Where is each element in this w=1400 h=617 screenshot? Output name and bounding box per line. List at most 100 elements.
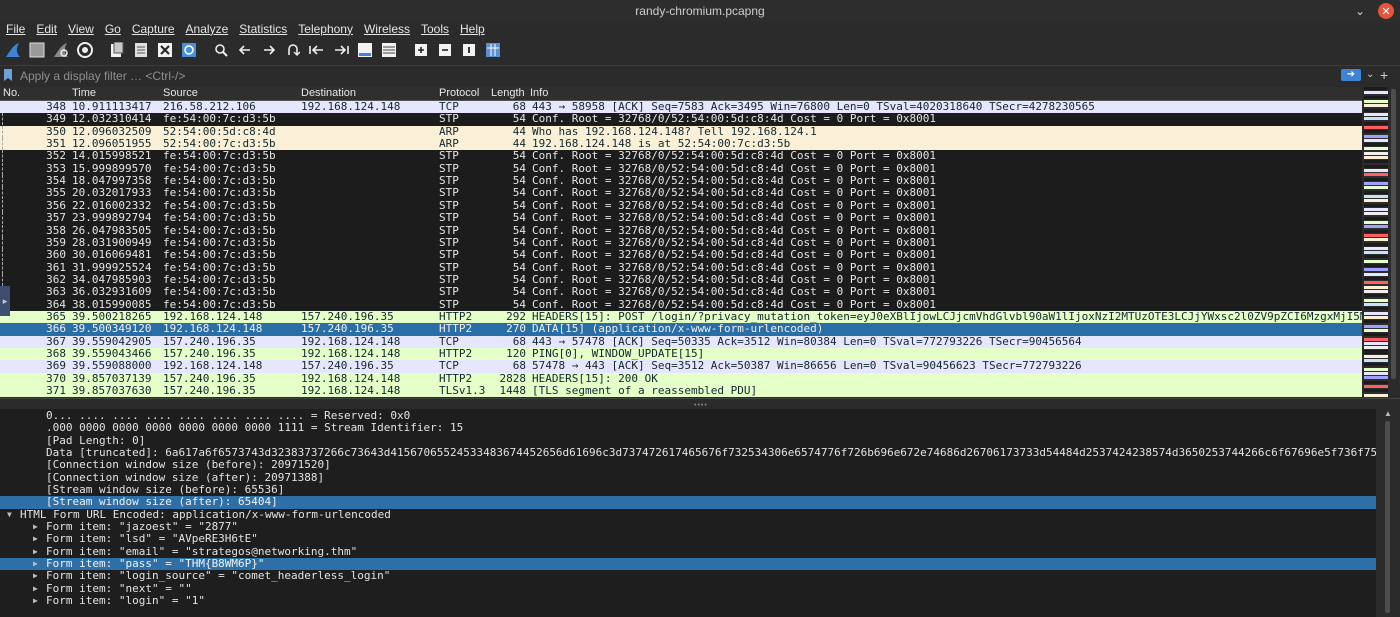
packet-minimap[interactable] (1364, 87, 1388, 398)
menu-view[interactable]: View (62, 22, 99, 36)
packet-row[interactable]: 359 28.031900949 fe:54:00:7c:d3:5b STP 54 Con… (0, 236, 1362, 250)
detail-field[interactable]: [Connection window size (before): 209715… (0, 459, 1376, 471)
packet-row[interactable]: 349 12.032310414 fe:54:00:7c:d3:5b STP 54 Con… (0, 113, 1362, 126)
save-file-icon[interactable] (130, 40, 152, 60)
expand-arrow-icon[interactable]: ▶ (33, 595, 38, 607)
packet-row[interactable]: 350 12.096032509 52:54:00:5d:c8:4d ARP 44 Who… (0, 125, 1362, 139)
go-first-packet-icon[interactable] (306, 40, 328, 60)
reload-file-icon[interactable] (178, 40, 200, 60)
menu-statistics[interactable]: Statistics (233, 22, 292, 36)
packet-row[interactable]: 360 30.016069481 fe:54:00:7c:d3:5b STP 54 Con… (0, 249, 1362, 262)
menu-analyze[interactable]: Analyze (180, 22, 234, 36)
detail-tree-item[interactable]: ▶ Form item: "lsd" = "AVpeRE3H6tE" (0, 533, 1376, 545)
packet-row[interactable]: 364 38.015990085 fe:54:00:7c:d3:5b STP 54 Con… (0, 298, 1362, 311)
packet-row[interactable]: 353 15.999899570 fe:54:00:7c:d3:5b STP 54 Con… (0, 162, 1362, 176)
minimap-strip (1364, 372, 1388, 376)
detail-field[interactable]: .000 0000 0000 0000 0000 0000 0000 1111 … (0, 422, 1376, 434)
packet-row[interactable]: 363 36.032931609 fe:54:00:7c:d3:5b STP 54 Con… (0, 286, 1362, 299)
expand-arrow-icon[interactable]: ▶ (33, 583, 38, 595)
packet-info: Conf. Root = 32768/0/52:54:00:5d:c8:4d C… (532, 187, 936, 200)
column-source[interactable]: Source (163, 87, 198, 100)
column-info[interactable]: Info (530, 87, 548, 100)
detail-field[interactable]: [Stream window size (after): 65404] (0, 496, 1376, 509)
packet-row[interactable]: 348 10.911113417 216.58.212.106 192.168.124… (0, 101, 1362, 114)
shark-fin-start-icon[interactable] (2, 40, 24, 60)
packet-row[interactable]: 355 20.032017933 fe:54:00:7c:d3:5b STP 54 Con… (0, 187, 1362, 200)
minimap-strip (1364, 389, 1388, 393)
packet-row[interactable]: 351 12.096051955 52:54:00:7c:d3:5b ARP 44 192… (0, 138, 1362, 151)
scrollbar-thumb[interactable] (1391, 89, 1396, 379)
resize-columns-icon[interactable] (482, 40, 504, 60)
menu-wireless[interactable]: Wireless (358, 22, 415, 36)
packet-row[interactable]: 362 34.047985903 fe:54:00:7c:d3:5b STP 54 Con… (0, 273, 1362, 287)
find-packet-icon[interactable] (210, 40, 232, 60)
go-back-icon[interactable] (234, 40, 256, 60)
menu-edit[interactable]: Edit (30, 22, 62, 36)
expand-arrow-icon[interactable]: ▶ (33, 570, 38, 582)
packet-row[interactable]: 357 23.999892794 fe:54:00:7c:d3:5b STP 54 Con… (0, 212, 1362, 225)
packet-row[interactable]: 367 39.559042905 157.240.196.35 192.168.124… (0, 335, 1362, 348)
minimap-strip (1364, 194, 1388, 198)
side-handle-icon[interactable]: ▸ (0, 286, 10, 316)
expand-arrow-icon[interactable]: ▶ (33, 533, 38, 545)
colorize-icon[interactable] (378, 40, 400, 60)
filter-dropdown-icon[interactable]: ⌄ (1366, 69, 1374, 80)
filter-bookmark-icon[interactable] (4, 69, 12, 81)
column-destination[interactable]: Destination (301, 87, 356, 100)
auto-scroll-icon[interactable] (354, 40, 376, 60)
packet-row[interactable]: 370 39.857037139 157.240.196.35 192.168.124… (0, 372, 1362, 386)
expand-arrow-icon[interactable]: ▶ (33, 558, 38, 570)
scrollbar-thumb[interactable] (1385, 421, 1390, 613)
packet-row[interactable]: 368 39.559043466 157.240.196.35 192.168.124… (0, 348, 1362, 361)
menu-file[interactable]: File (0, 22, 30, 36)
restart-capture-icon[interactable] (50, 40, 72, 60)
packet-row[interactable]: 365 39.500218265 192.168.124.148 157.240.19… (0, 310, 1362, 324)
menu-tools[interactable]: Tools (415, 22, 454, 36)
column-length[interactable]: Length (491, 87, 525, 100)
open-file-icon[interactable] (106, 40, 128, 60)
go-to-packet-icon[interactable] (282, 40, 304, 60)
minimize-icon[interactable]: ⌄ (1352, 3, 1368, 19)
zoom-out-icon[interactable] (434, 40, 456, 60)
capture-options-icon[interactable] (74, 40, 96, 60)
detail-tree-item[interactable]: ▶ Form item: "next" = "" (0, 582, 1376, 595)
details-scrollbar[interactable]: ▲ (1376, 409, 1400, 617)
normal-size-icon[interactable] (458, 40, 480, 60)
display-filter-input[interactable] (18, 67, 1340, 85)
packet-row[interactable]: 358 26.047983505 fe:54:00:7c:d3:5b STP 54 Con… (0, 224, 1362, 237)
pane-splitter[interactable]: •••• (0, 398, 1400, 409)
detail-tree-item[interactable]: ▶ Form item: "login" = "1" (0, 594, 1376, 607)
expand-arrow-icon[interactable]: ▶ (33, 546, 38, 558)
menu-telephony[interactable]: Telephony (292, 22, 358, 36)
packet-row[interactable]: 352 14.015998521 fe:54:00:7c:d3:5b STP 54 Con… (0, 150, 1362, 163)
packet-row[interactable]: 369 39.559088000 192.168.124.148 157.240.19… (0, 360, 1362, 373)
packet-length: 68 (512, 101, 526, 113)
stop-capture-icon[interactable] (26, 40, 48, 60)
minimap-strip (1364, 251, 1388, 255)
scroll-up-icon[interactable]: ▲ (1384, 409, 1392, 418)
menu-capture[interactable]: Capture (126, 22, 180, 36)
packet-row[interactable]: 354 18.047997358 fe:54:00:7c:d3:5b STP 54 Con… (0, 175, 1362, 188)
menu-go[interactable]: Go (99, 22, 126, 36)
minimap-strip (1364, 91, 1388, 95)
close-icon[interactable]: ✕ (1378, 3, 1394, 19)
packet-row[interactable]: 361 31.999925524 fe:54:00:7c:d3:5b STP 54 Con… (0, 261, 1362, 274)
go-last-packet-icon[interactable] (330, 40, 352, 60)
column-protocol[interactable]: Protocol (439, 87, 479, 100)
collapse-arrow-icon[interactable]: ▼ (7, 509, 12, 521)
packet-list-scrollbar[interactable] (1388, 87, 1400, 398)
column-no[interactable]: No. (3, 87, 20, 100)
add-filter-button-icon[interactable]: + (1380, 67, 1388, 83)
close-file-icon[interactable] (154, 40, 176, 60)
splitter-grip-icon[interactable]: •••• (694, 402, 708, 409)
detail-tree-item[interactable]: ▶ Form item: "login_source" = "comet_head… (0, 570, 1376, 582)
packet-row[interactable]: 356 22.016002332 fe:54:00:7c:d3:5b STP 54 Con… (0, 199, 1362, 213)
menu-help[interactable]: Help (454, 22, 490, 36)
packet-row[interactable]: 366 39.500349120 192.168.124.148 157.240.19… (0, 323, 1362, 336)
packet-row[interactable]: 371 39.857037630 157.240.196.35 192.168.124… (0, 385, 1362, 397)
go-forward-icon[interactable] (258, 40, 280, 60)
column-time[interactable]: Time (72, 87, 96, 100)
zoom-in-icon[interactable] (410, 40, 432, 60)
apply-filter-arrow-icon[interactable]: ➜ (1341, 69, 1361, 81)
expand-arrow-icon[interactable]: ▶ (33, 521, 38, 533)
